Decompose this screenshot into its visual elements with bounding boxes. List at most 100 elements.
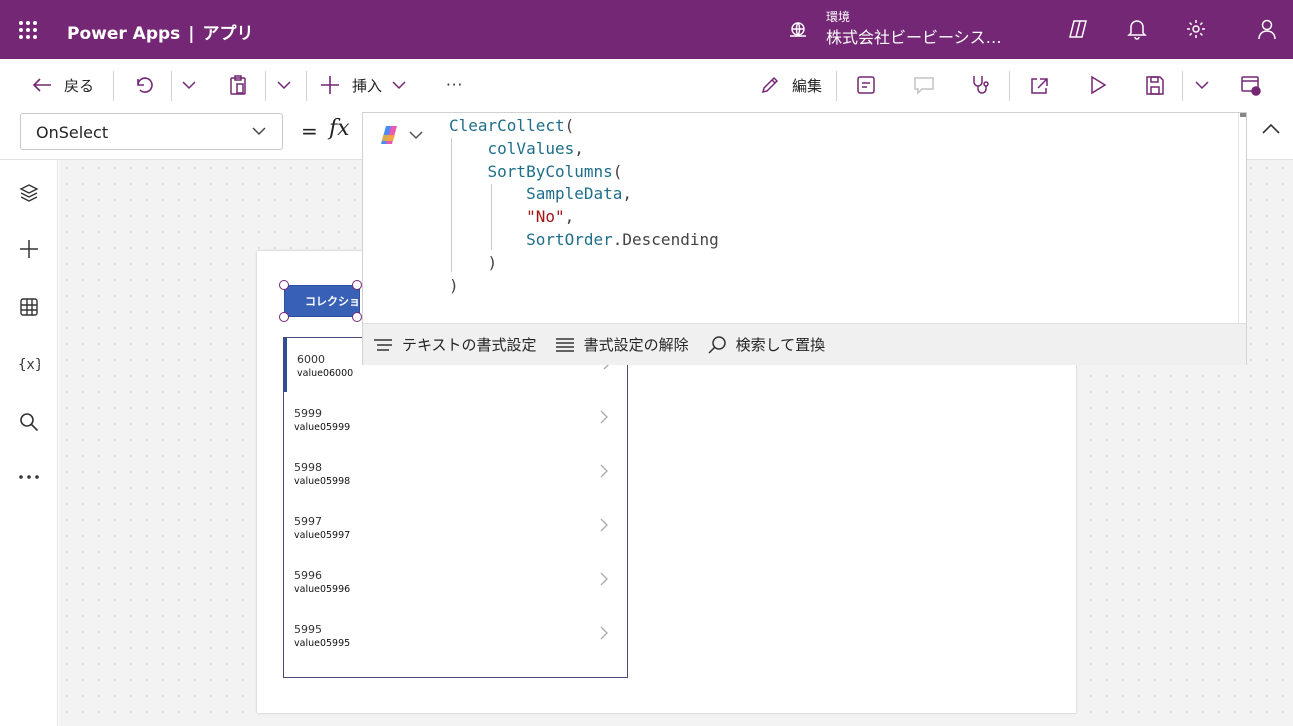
product-name[interactable]: Power Apps: [67, 24, 180, 44]
gallery-item[interactable]: 5996 value05996: [284, 554, 627, 608]
back-button[interactable]: 戻る: [32, 73, 94, 97]
search-icon[interactable]: [18, 411, 40, 433]
left-rail: {x}: [0, 160, 58, 726]
save-icon[interactable]: [1145, 73, 1165, 97]
divider: [836, 71, 837, 101]
code-token: .Descending: [612, 229, 719, 249]
code-token: ClearCollect: [449, 116, 565, 135]
insert-plus-icon[interactable]: [18, 238, 40, 260]
equals-sign: =: [301, 119, 318, 143]
insert-button[interactable]: 挿入: [320, 73, 406, 97]
divider: [306, 71, 307, 101]
undo-icon[interactable]: [133, 73, 153, 97]
notifications-icon[interactable]: [1127, 18, 1147, 40]
code-token: SortByColumns: [487, 161, 613, 181]
collection-button[interactable]: コレクション: [284, 285, 360, 317]
gallery-item-title: 5996: [294, 569, 322, 582]
chevron-down-icon[interactable]: [181, 73, 197, 97]
code-token: colValues: [487, 138, 575, 158]
copilot-button[interactable]: [377, 123, 423, 147]
code-token: ,: [564, 207, 575, 227]
find-replace-button[interactable]: 検索して置換: [707, 334, 825, 355]
data-table-icon[interactable]: [18, 296, 40, 318]
environment-icon: [790, 22, 806, 37]
chevron-up-icon[interactable]: [1261, 121, 1281, 137]
back-label: 戻る: [64, 76, 95, 95]
code-token: (: [564, 116, 575, 135]
resize-handle[interactable]: [352, 312, 362, 322]
back-arrow-icon: [32, 78, 51, 92]
editor-scrollbar[interactable]: [1238, 113, 1246, 323]
fx-icon[interactable]: fx: [329, 116, 350, 141]
edit-label: 編集: [792, 76, 823, 95]
remove-format-label: 書式設定の解除: [583, 336, 689, 354]
gallery-item-subtitle: value05998: [294, 476, 351, 487]
chevron-right-icon[interactable]: [600, 410, 608, 424]
divider: [265, 71, 266, 101]
gallery-item-title: 5997: [294, 515, 322, 528]
share-icon[interactable]: [1029, 73, 1049, 97]
paste-icon[interactable]: [228, 73, 248, 97]
variables-icon[interactable]: {x}: [18, 353, 40, 375]
gallery-item-title: 5995: [294, 623, 322, 636]
comments-icon[interactable]: [913, 73, 935, 97]
property-dropdown[interactable]: OnSelect: [20, 113, 283, 150]
app-title: Power Apps | アプリ: [67, 19, 254, 44]
code-token: (: [612, 161, 623, 181]
more-commands-button[interactable]: ···: [446, 73, 463, 97]
code-token: "No": [526, 207, 565, 227]
chevron-down-icon[interactable]: [276, 73, 292, 97]
format-text-icon: [374, 338, 392, 351]
gallery-item-subtitle: value05999: [294, 422, 351, 433]
gallery-item[interactable]: 5999 value05999: [284, 392, 627, 446]
chevron-down-icon: [409, 130, 423, 139]
divider: [1009, 71, 1010, 101]
section-name: アプリ: [202, 24, 254, 44]
gallery-item[interactable]: 5998 value05998: [284, 446, 627, 500]
resize-handle[interactable]: [279, 312, 289, 322]
stethoscope-icon[interactable]: [970, 73, 992, 97]
formula-edit-toolbar: テキストの書式設定 書式設定の解除 検索して置換: [363, 323, 1246, 365]
gallery-item-subtitle: value05995: [294, 638, 351, 649]
format-text-label: テキストの書式設定: [402, 336, 537, 354]
resize-handle[interactable]: [279, 280, 289, 290]
gallery-item-subtitle: value05997: [294, 530, 351, 541]
formula-code[interactable]: ClearCollect( colValues, SortByColumns( …: [449, 115, 719, 297]
chevron-right-icon[interactable]: [600, 626, 608, 640]
tree-view-icon[interactable]: [18, 182, 40, 204]
resize-handle[interactable]: [352, 280, 362, 290]
gallery-item-subtitle: value05996: [294, 584, 351, 595]
play-icon[interactable]: [1088, 73, 1108, 97]
code-token: ): [449, 275, 459, 295]
more-icon[interactable]: [18, 466, 40, 488]
environment-name[interactable]: 株式会社ビービーシス…: [826, 24, 1002, 48]
gallery-item[interactable]: 5997 value05997: [284, 500, 627, 554]
chevron-right-icon[interactable]: [600, 572, 608, 586]
chevron-right-icon[interactable]: [600, 464, 608, 478]
code-token: ,: [622, 184, 633, 204]
settings-icon[interactable]: [1185, 18, 1207, 40]
title-separator: |: [188, 24, 195, 44]
gallery-item[interactable]: 5995 value05995: [284, 608, 627, 662]
code-token: SortOrder: [526, 229, 613, 249]
publish-icon[interactable]: [1240, 73, 1262, 97]
formula-editor[interactable]: ClearCollect( colValues, SortByColumns( …: [362, 112, 1247, 365]
format-text-button[interactable]: テキストの書式設定: [373, 334, 537, 355]
divider: [1182, 71, 1183, 101]
remove-format-icon: [555, 337, 574, 352]
environment-label: 環境: [826, 10, 851, 24]
edit-button[interactable]: 編集: [760, 73, 822, 97]
account-icon[interactable]: [1256, 18, 1278, 40]
gallery-item-title: 5999: [294, 407, 322, 420]
chevron-right-icon[interactable]: [600, 518, 608, 532]
gallery[interactable]: 6000 value06000 5999 value05999 5998 value059…: [283, 337, 628, 678]
app-checker-icon[interactable]: [856, 73, 876, 97]
chevron-down-icon: [392, 81, 406, 90]
code-token: ): [487, 252, 498, 272]
chevron-down-icon[interactable]: [1194, 73, 1210, 97]
app-launcher-icon[interactable]: [19, 21, 37, 39]
copilot-icon[interactable]: [1067, 18, 1089, 40]
svg-text:{x}: {x}: [18, 357, 40, 373]
pencil-icon: [761, 76, 779, 94]
remove-format-button[interactable]: 書式設定の解除: [555, 334, 689, 355]
